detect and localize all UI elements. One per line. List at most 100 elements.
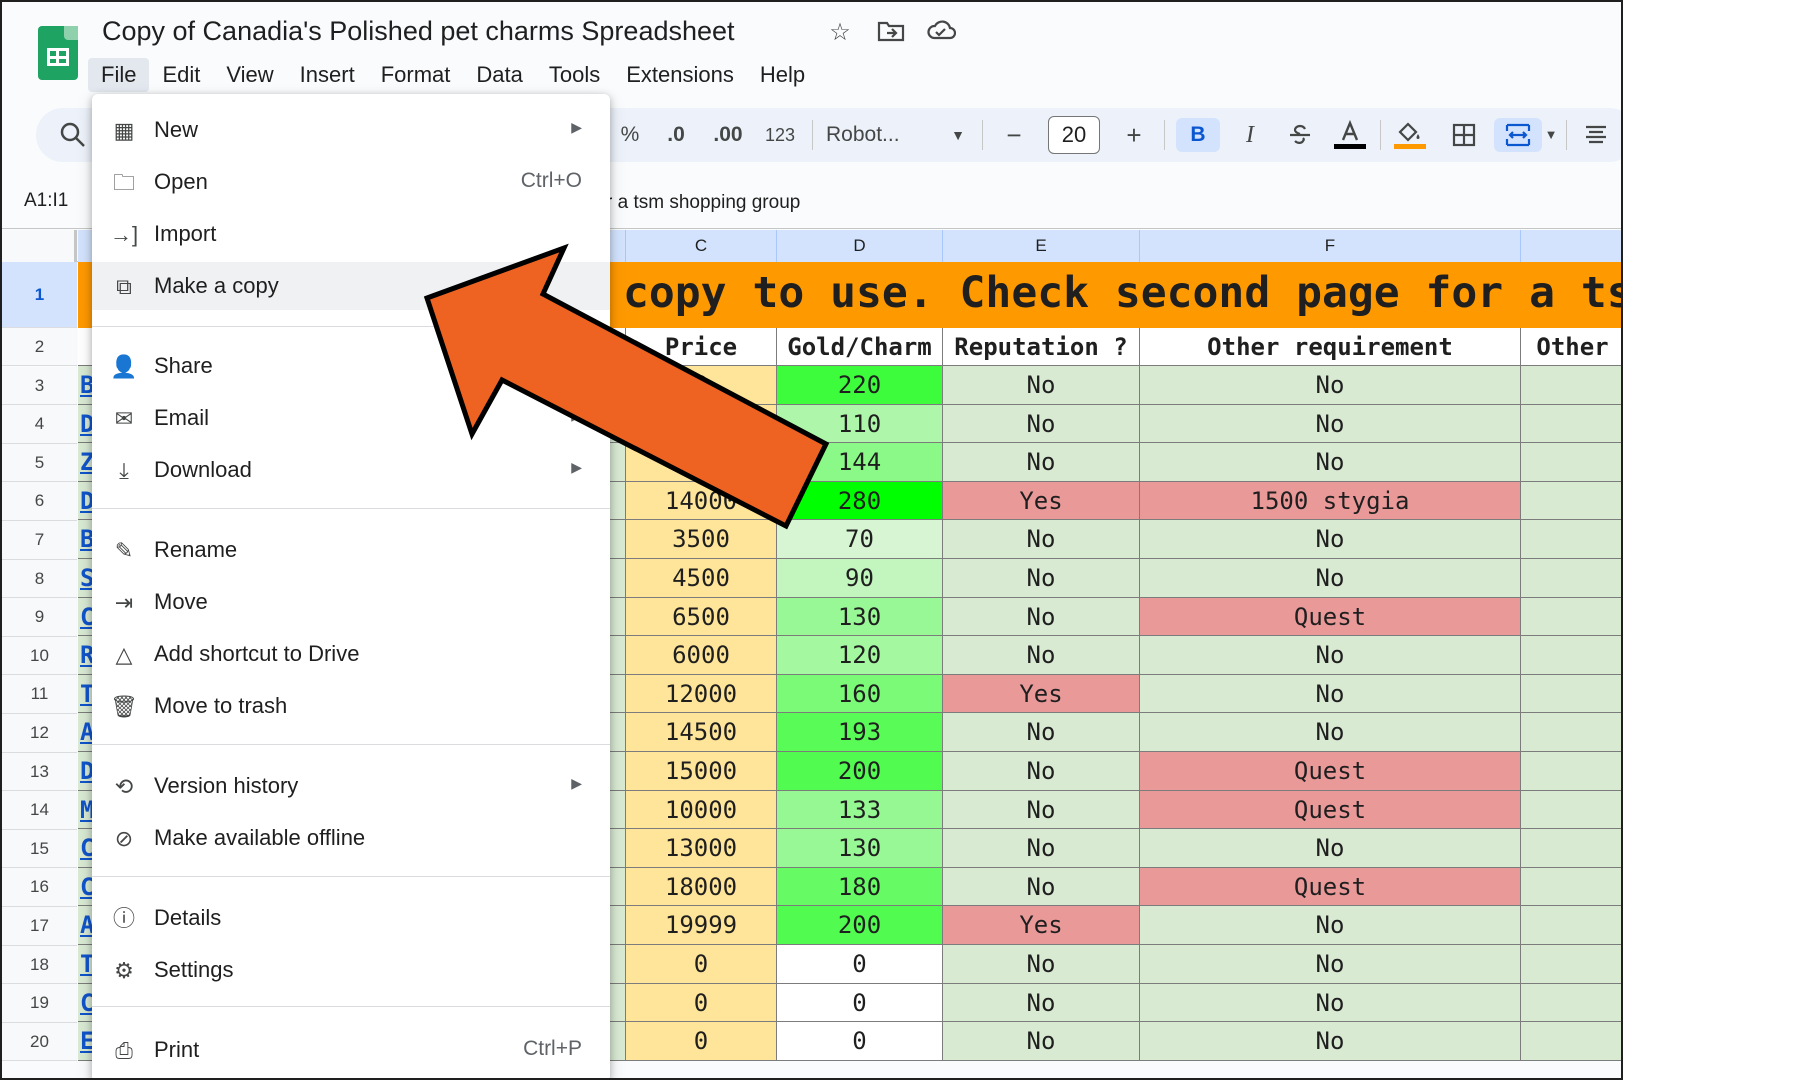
menu-file[interactable]: File	[88, 58, 150, 92]
star-icon[interactable]: ☆	[825, 18, 855, 48]
gold-per-charm-cell[interactable]: 160	[777, 674, 943, 714]
gold-per-charm-cell[interactable]: 0	[777, 983, 943, 1023]
price-cell[interactable]: 10000	[626, 790, 777, 830]
horizontal-align-icon[interactable]	[1576, 118, 1616, 152]
other-cell[interactable]	[1521, 829, 1621, 868]
row-header[interactable]: 5	[2, 443, 77, 483]
menu-data[interactable]: Data	[463, 58, 535, 92]
row-header[interactable]: 15	[2, 829, 77, 869]
other-cell[interactable]	[1521, 520, 1621, 559]
row-header[interactable]: 20	[2, 1022, 77, 1062]
sheets-logo-icon[interactable]	[38, 26, 78, 80]
gold-per-charm-cell[interactable]: 0	[777, 945, 943, 984]
font-size-input[interactable]: 20	[1048, 116, 1100, 154]
menu-item-email[interactable]: ✉ Email ▶	[92, 394, 610, 442]
search-icon[interactable]	[58, 120, 88, 150]
other-requirement-cell[interactable]: Quest	[1140, 752, 1521, 791]
reputation-cell[interactable]: No	[943, 443, 1140, 482]
menu-item-move[interactable]: ⇥ Move	[92, 578, 610, 626]
price-cell[interactable]: 6500	[626, 597, 777, 637]
menu-item-new[interactable]: ▦ New ▶	[92, 106, 610, 154]
other-cell[interactable]	[1521, 481, 1621, 521]
reputation-cell[interactable]: No	[943, 1022, 1140, 1061]
menu-extensions[interactable]: Extensions	[613, 58, 747, 92]
gold-per-charm-cell[interactable]: 120	[777, 636, 943, 675]
row-header[interactable]: 16	[2, 868, 77, 907]
reputation-cell[interactable]: No	[943, 829, 1140, 868]
menu-help[interactable]: Help	[747, 58, 818, 92]
gold-per-charm-cell[interactable]: 144	[777, 443, 943, 482]
price-cell[interactable]: 14500	[626, 713, 777, 752]
column-header-f[interactable]: F	[1140, 230, 1521, 262]
row-header[interactable]: 18	[2, 945, 77, 985]
document-title[interactable]: Copy of Canadia's Polished pet charms Sp…	[102, 16, 735, 47]
menu-item-settings[interactable]: ⚙ Settings	[92, 946, 610, 994]
other-requirement-cell[interactable]: Quest	[1140, 867, 1521, 907]
other-cell[interactable]	[1521, 983, 1621, 1023]
price-cell[interactable]: 0	[626, 983, 777, 1023]
price-cell[interactable]: 4500	[626, 559, 777, 598]
column-header-c[interactable]: C	[626, 230, 777, 262]
other-requirement-cell[interactable]: No	[1140, 829, 1521, 868]
gold-per-charm-cell[interactable]: 220	[777, 366, 943, 405]
menu-insert[interactable]: Insert	[287, 58, 368, 92]
percent-format-button[interactable]: %	[616, 118, 644, 152]
other-cell[interactable]	[1521, 674, 1621, 714]
increase-decimal-button[interactable]: .00	[706, 118, 750, 152]
row-header[interactable]: 7	[2, 521, 77, 560]
row-header[interactable]: 8	[2, 559, 77, 599]
menu-item-make-a-copy[interactable]: ⧉ Make a copy	[92, 262, 610, 310]
gold-per-charm-cell[interactable]: 193	[777, 713, 943, 752]
column-header-e[interactable]: E	[943, 230, 1140, 262]
row-header[interactable]: 14	[2, 791, 77, 830]
decrease-decimal-button[interactable]: .0	[656, 118, 696, 152]
menu-item-add-shortcut-to-drive[interactable]: △ Add shortcut to Drive	[92, 630, 610, 678]
gold-per-charm-cell[interactable]: 130	[777, 597, 943, 637]
gold-per-charm-cell[interactable]: 133	[777, 790, 943, 830]
reputation-cell[interactable]: No	[943, 404, 1140, 444]
other-requirement-cell[interactable]: No	[1140, 945, 1521, 984]
font-family-select[interactable]: Robot...	[826, 118, 926, 152]
menu-item-download[interactable]: ⤓ Download ▶	[92, 446, 610, 494]
header-cell[interactable]: Reputation ?	[943, 328, 1140, 366]
font-dropdown-arrow-icon[interactable]: ▼	[948, 118, 968, 152]
other-cell[interactable]	[1521, 597, 1621, 637]
menu-item-version-history[interactable]: ⟲ Version history ▶	[92, 762, 610, 810]
price-cell[interactable]: 13000	[626, 829, 777, 868]
gold-per-charm-cell[interactable]: 200	[777, 752, 943, 791]
other-requirement-cell[interactable]: Quest	[1140, 790, 1521, 830]
other-requirement-cell[interactable]: 1500 stygia	[1140, 481, 1521, 521]
other-requirement-cell[interactable]: No	[1140, 636, 1521, 675]
increase-font-size-button[interactable]: +	[1114, 118, 1154, 152]
price-cell[interactable]: 0	[626, 366, 777, 405]
other-cell[interactable]	[1521, 559, 1621, 598]
menu-tools[interactable]: Tools	[536, 58, 613, 92]
price-cell[interactable]: 19999	[626, 906, 777, 945]
other-requirement-cell[interactable]: Quest	[1140, 597, 1521, 637]
reputation-cell[interactable]: Yes	[943, 674, 1140, 714]
fill-color-icon[interactable]	[1388, 118, 1432, 152]
column-header-d[interactable]: D	[777, 230, 943, 262]
row-header[interactable]: 19	[2, 984, 77, 1023]
header-cell[interactable]: Gold/Charm	[777, 328, 943, 366]
gold-per-charm-cell[interactable]: 110	[777, 404, 943, 444]
reputation-cell[interactable]: No	[943, 597, 1140, 637]
reputation-cell[interactable]: No	[943, 636, 1140, 675]
gold-per-charm-cell[interactable]: 200	[777, 906, 943, 945]
row-header[interactable]: 13	[2, 752, 77, 792]
menu-item-print[interactable]: ⎙ Print Ctrl+P	[92, 1026, 610, 1074]
gold-per-charm-cell[interactable]: 90	[777, 559, 943, 598]
other-requirement-cell[interactable]: No	[1140, 559, 1521, 598]
reputation-cell[interactable]: No	[943, 713, 1140, 752]
formula-input[interactable]: r a tsm shopping group	[606, 192, 800, 214]
price-cell[interactable]: 18000	[626, 867, 777, 907]
reputation-cell[interactable]: No	[943, 520, 1140, 559]
price-cell[interactable]	[626, 443, 777, 482]
row-header[interactable]: 17	[2, 907, 77, 946]
other-requirement-cell[interactable]: No	[1140, 713, 1521, 752]
column-header-g[interactable]	[1521, 230, 1621, 262]
reputation-cell[interactable]: No	[943, 752, 1140, 791]
row-header[interactable]: 4	[2, 405, 77, 444]
move-to-folder-icon[interactable]	[876, 18, 906, 48]
row-header[interactable]: 10	[2, 636, 77, 676]
